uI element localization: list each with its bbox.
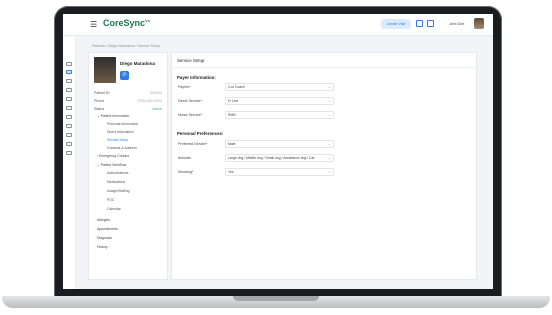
nav-service-setup[interactable]: Service Setup [107,138,128,142]
nav-patient-workflow[interactable]: ⌄ Patient Workflow [97,163,126,167]
direct-service-label: Direct Service* [178,99,202,103]
nav-appointments[interactable]: Appointments [97,227,118,231]
list-icon[interactable] [66,97,72,101]
payer-section-title: Payer Information: [177,75,216,80]
breadcrumb[interactable]: Patients / Diego Maradona / Service Setu… [92,44,160,48]
animals-select[interactable]: Large dog / Middle dog / Small dog / Ass… [225,154,334,162]
chevron-down-icon: ⌄ [327,113,331,117]
phone-value: (555) 000-0000 [137,99,162,103]
patient-id-value: 000000 [150,91,162,95]
nav-diagnosis[interactable]: Diagnosis [97,236,112,240]
billing-icon[interactable] [66,124,72,128]
avatar[interactable] [474,18,484,29]
calendar-icon[interactable] [416,20,423,27]
patient-card: Diego Maradona ✆ Patient ID 000000 Phone… [88,52,168,280]
preferred-gender-label: Preferred Gender* [178,142,208,146]
nav-contacts-address[interactable]: Contacts & Address [107,146,137,150]
phone-icon[interactable]: ✆ [120,71,129,80]
preferred-gender-select[interactable]: Male ⌄ [225,140,334,148]
phone-label: Phone [94,99,105,103]
messages-icon[interactable] [427,20,434,27]
patients-icon[interactable] [66,70,72,74]
status-badge: Active [152,107,162,111]
chevron-down-icon: ⌄ [327,142,331,146]
chevron-down-icon: ⌄ [327,170,331,174]
nav-direct-information[interactable]: Direct Information [107,130,134,134]
nav-emergency-contact[interactable]: › Emergency Contact [97,154,129,158]
payers-label: Payers* [178,85,191,89]
smoking-label: Smoking* [178,170,194,174]
icon-sidebar [63,36,76,289]
calendar-icon[interactable] [66,106,72,110]
hamburger-icon[interactable]: ☰ [90,20,97,29]
nav-calendar[interactable]: Calendar [107,207,121,211]
chevron-down-icon: ⌄ [327,99,331,103]
nav-personal-information[interactable]: Personal Information [107,122,138,126]
direct-service-select[interactable]: FI Live ⌄ [225,97,334,105]
app-logo: CoreSyncVs [103,18,150,28]
patient-id-label: Patient ID [94,91,110,95]
reports-icon[interactable] [66,133,72,137]
service-setup-panel: Service Setup Payer Information: Payers*… [171,52,478,280]
patient-name: Diego Maradona [120,61,156,66]
nurse-service-select[interactable]: RMN ⌄ [225,111,334,119]
preferences-section-title: Personal Preferences: [177,131,224,136]
nav-assign-staffing[interactable]: Assign/Staffing [107,189,130,193]
team-icon[interactable] [66,142,72,146]
payers-select[interactable]: Cox Coach ⌄ [225,83,334,91]
nurse-service-label: Nurse Service* [178,113,202,117]
create-visit-button[interactable]: Create Visit [381,19,411,29]
patient-photo [94,57,116,83]
nav-poc[interactable]: POC [107,198,114,202]
document-icon[interactable] [66,115,72,119]
panel-title: Service Setup [177,58,205,63]
animals-label: Animals [178,156,191,160]
laptop-frame: ☰ CoreSyncVs Create Visit John Doe Patie… [0,0,552,315]
dashboard-icon[interactable] [66,62,72,66]
nav-patient-information[interactable]: ⌄ Patient Information [97,114,129,118]
chevron-down-icon: ⌄ [327,85,331,89]
top-bar: ☰ CoreSyncVs Create Visit John Doe [63,14,493,36]
nav-allergies[interactable]: Allergies [97,218,110,222]
status-label: Status [94,107,105,111]
app-screen: ☰ CoreSyncVs Create Visit John Doe Patie… [63,14,493,289]
chevron-down-icon: ⌄ [327,156,331,160]
chart-icon[interactable] [66,79,72,83]
settings-icon[interactable] [66,151,72,155]
nav-authorizations[interactable]: Authorizations [107,171,129,175]
laptop-notch [233,296,319,301]
nav-history[interactable]: History [97,245,108,249]
smoking-select[interactable]: Yes ⌄ [225,168,334,176]
divider [172,67,478,68]
user-icon[interactable] [66,88,72,92]
user-name[interactable]: John Doe [449,22,464,26]
nav-medications[interactable]: Medications [107,180,125,184]
